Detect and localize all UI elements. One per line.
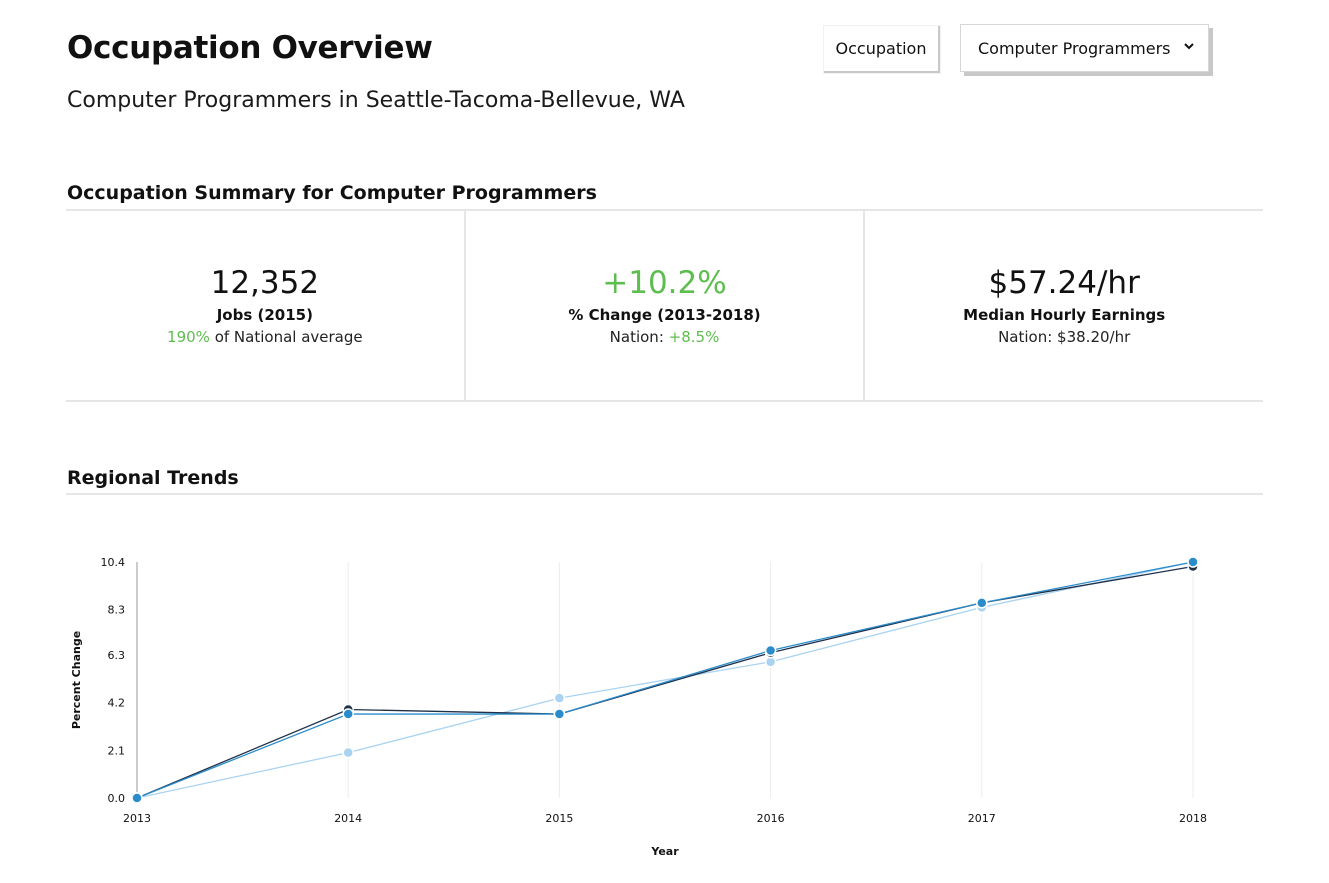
jobs-note: 190% of National average [66,328,464,346]
page-title: Occupation Overview [67,30,433,66]
series-point [553,708,566,720]
x-tick-label: 2015 [545,812,573,825]
y-tick-label: 8.3 [108,604,126,617]
trends-divider [66,493,1263,495]
change-label: % Change (2013-2018) [568,306,761,324]
occupation-button-label: Occupation [835,39,927,58]
y-axis-title: Percent Change [70,631,83,729]
change-note: Nation: +8.5% [466,328,864,346]
y-tick-label: 4.2 [108,697,126,710]
occupation-button[interactable]: Occupation [824,26,940,73]
summary-section-title: Occupation Summary for Computer Programm… [67,182,597,204]
series-point [342,746,354,759]
summary-card-jobs: 12,352 Jobs (2015) 190% of National aver… [66,211,466,400]
earnings-label: Median Hourly Earnings [963,306,1166,324]
jobs-note-text: of National average [209,328,363,346]
series-point [342,708,354,720]
chevron-down-icon [1184,43,1194,50]
earnings-note: Nation: $38.20/hr [998,328,1131,346]
jobs-note-highlight: 190% [167,328,210,346]
y-tick-label: 2.1 [108,744,126,757]
summary-grid: 12,352 Jobs (2015) 190% of National aver… [66,211,1263,402]
change-note-text: Nation: [609,328,669,346]
y-tick-label: 6.3 [108,649,126,662]
series-point [553,692,566,704]
x-tick-label: 2018 [1179,812,1207,825]
summary-card-earnings: $57.24/hr Median Hourly Earnings Nation:… [865,211,1263,400]
series-point [976,597,988,609]
change-value: +10.2% [602,265,727,301]
occupation-select[interactable]: Computer Programmers [960,24,1209,72]
x-tick-label: 2016 [757,812,785,825]
x-axis-title: Year [650,845,679,858]
change-note-highlight: +8.5% [668,328,720,346]
regional-trends-chart: 0.0 2.1 4.2 6.3 8.3 10.4 2013 2014 2015 2016 2017 2… [60,540,1260,870]
series-line [136,561,1194,799]
jobs-label: Jobs (2015) [216,306,313,324]
earnings-value: $57.24/hr [988,265,1140,301]
trends-section-title: Regional Trends [67,467,239,489]
series-point [764,644,777,657]
line-chart: 0.0 2.1 4.2 6.3 8.3 10.4 2013 2014 2015 2016 2017 2… [70,556,1207,858]
page-subtitle: Computer Programmers in Seattle-Tacoma-B… [67,88,685,113]
summary-card-change: +10.2% % Change (2013-2018) Nation: +8.5… [466,211,866,400]
occupation-select-value: Computer Programmers [978,38,1171,58]
y-tick-label: 10.4 [101,556,126,569]
series-point [1187,556,1199,568]
x-tick-label: 2013 [123,812,151,825]
x-tick-label: 2014 [334,812,362,825]
y-tick-label: 0.0 [108,792,126,805]
x-tick-label: 2017 [968,812,996,825]
jobs-value: 12,352 [210,265,320,301]
series-point [131,792,143,804]
